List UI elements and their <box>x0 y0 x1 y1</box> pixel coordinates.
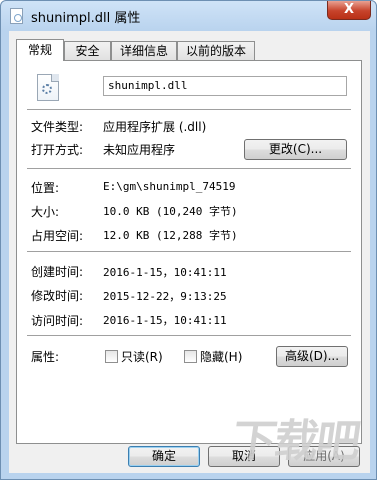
opens-with-label: 打开方式: <box>31 143 84 157</box>
cancel-button[interactable]: 取消 <box>208 446 280 467</box>
accessed-label: 访问时间: <box>31 314 84 328</box>
advanced-button[interactable]: 高级(D)... <box>276 346 348 367</box>
tab-security[interactable]: 安全 <box>64 41 111 60</box>
tab-details[interactable]: 详细信息 <box>111 41 177 60</box>
file-icon <box>10 8 23 24</box>
readonly-checkbox[interactable] <box>105 350 118 363</box>
dll-file-icon <box>37 74 59 101</box>
created-label: 创建时间: <box>31 265 84 279</box>
created-value: 2016-1-15，10:41:11 <box>103 266 227 279</box>
dialog-body: 常规 安全 详细信息 以前的版本 shunimpl.dll 文件类型: 应用程序… <box>9 31 370 473</box>
separator <box>27 168 351 170</box>
readonly-label[interactable]: 只读(R) <box>121 348 163 365</box>
properties-window: shunimpl.dll 属性 X 常规 安全 详细信息 以前的版本 shuni… <box>0 0 377 480</box>
separator <box>27 251 351 253</box>
gear-icon <box>42 84 52 94</box>
size-value: 10.0 KB (10,240 字节) <box>103 205 238 218</box>
tab-previous-versions[interactable]: 以前的版本 <box>177 41 255 60</box>
attributes-label: 属性: <box>31 350 60 364</box>
size-on-disk-label: 占用空间: <box>31 229 84 243</box>
opens-with-value: 未知应用程序 <box>103 143 176 157</box>
tab-general[interactable]: 常规 <box>16 39 64 61</box>
file-type-value: 应用程序扩展 (.dll) <box>103 120 207 134</box>
change-button[interactable]: 更改(C)... <box>244 139 347 160</box>
hidden-label[interactable]: 隐藏(H) <box>200 348 242 365</box>
accessed-value: 2016-1-15，10:41:11 <box>103 314 227 327</box>
file-name-input[interactable]: shunimpl.dll <box>103 76 347 96</box>
ok-button[interactable]: 确定 <box>128 446 200 467</box>
location-label: 位置: <box>31 181 60 195</box>
modified-value: 2015-12-22，9:13:25 <box>103 290 227 303</box>
close-button[interactable]: X <box>327 1 371 20</box>
separator <box>27 335 351 337</box>
hidden-checkbox[interactable] <box>184 350 197 363</box>
title-bar[interactable]: shunimpl.dll 属性 X <box>1 1 377 31</box>
separator <box>27 109 351 111</box>
general-tab-panel: shunimpl.dll 文件类型: 应用程序扩展 (.dll) 打开方式: 未… <box>16 60 362 444</box>
size-on-disk-value: 12.0 KB (12,288 字节) <box>103 229 238 242</box>
file-type-label: 文件类型: <box>31 120 84 134</box>
size-label: 大小: <box>31 205 60 219</box>
window-title: shunimpl.dll 属性 <box>31 11 141 26</box>
location-value: E:\gm\shunimpl_74519 <box>103 180 236 193</box>
modified-label: 修改时间: <box>31 289 84 303</box>
apply-button[interactable]: 应用(A) <box>288 446 360 467</box>
